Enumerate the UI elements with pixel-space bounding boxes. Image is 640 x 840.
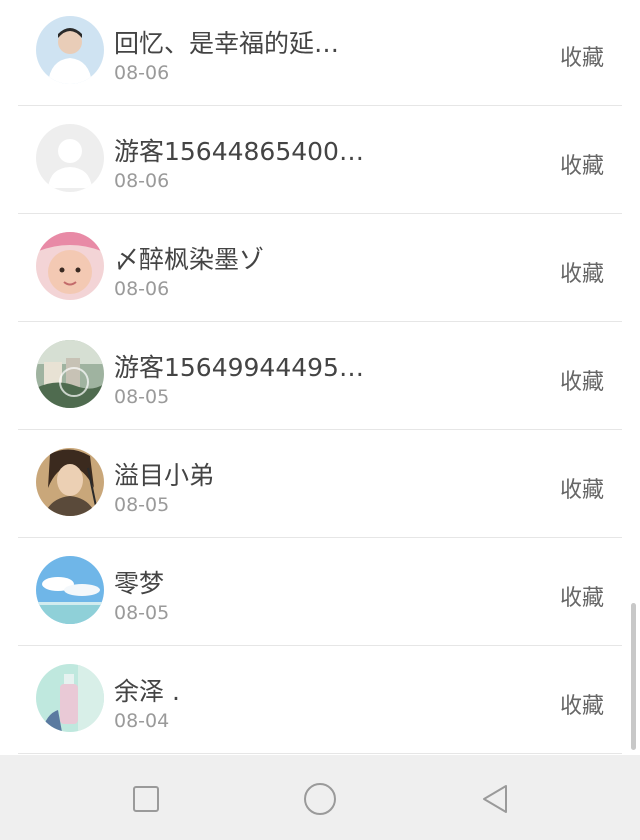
favorite-button[interactable]: 收藏 (560, 364, 604, 396)
contact-date: 08-06 (114, 170, 170, 192)
back-icon (483, 785, 507, 813)
photo-avatar-sky (36, 556, 104, 624)
favorite-button[interactable]: 收藏 (560, 256, 604, 288)
home-button[interactable] (300, 779, 340, 819)
avatar[interactable] (36, 124, 104, 192)
favorite-button[interactable]: 收藏 (560, 472, 604, 504)
favorite-button[interactable]: 收藏 (560, 580, 604, 612)
contact-name: 余泽 . (114, 677, 180, 706)
list-item[interactable]: 游客15649944495… 08-05 收藏 (0, 322, 640, 430)
photo-avatar-scenery (36, 340, 104, 408)
contact-date: 08-06 (114, 278, 170, 300)
list-item[interactable]: 零梦 08-05 收藏 (0, 538, 640, 646)
contact-name: 游客15644865400… (114, 137, 364, 166)
avatar[interactable] (36, 232, 104, 300)
photo-avatar-child (36, 232, 104, 300)
back-button[interactable] (476, 779, 516, 819)
contact-date: 08-06 (114, 62, 170, 84)
list-item[interactable]: 溢目小弟 08-05 收藏 (0, 430, 640, 538)
divider (18, 753, 622, 754)
list-item[interactable]: 〆醉枫染墨ゾ 08-06 收藏 (0, 214, 640, 322)
recent-apps-button[interactable] (126, 779, 166, 819)
contact-name: 溢目小弟 (114, 461, 215, 490)
contact-date: 08-05 (114, 494, 170, 516)
photo-avatar-portrait (36, 448, 104, 516)
contact-date: 08-04 (114, 710, 170, 732)
contact-name: 〆醉枫染墨ゾ (114, 245, 265, 274)
avatar[interactable] (36, 448, 104, 516)
photo-avatar-boy (36, 16, 104, 84)
list-item[interactable]: 回忆、是幸福的延… 08-06 收藏 (0, 0, 640, 106)
favorite-button[interactable]: 收藏 (560, 688, 604, 720)
contact-date: 08-05 (114, 386, 170, 408)
avatar[interactable] (36, 664, 104, 732)
photo-avatar-bottle (36, 664, 104, 732)
navigation-bar (0, 755, 640, 840)
list-item[interactable]: 游客15644865400… 08-06 收藏 (0, 106, 640, 214)
contact-list[interactable]: 回忆、是幸福的延… 08-06 收藏 游客15644865400… 08-06 … (0, 0, 640, 755)
list-item[interactable]: 余泽 . 08-04 收藏 (0, 646, 640, 754)
favorite-button[interactable]: 收藏 (560, 40, 604, 72)
scrollbar[interactable] (631, 603, 636, 750)
default-avatar (36, 124, 104, 192)
home-icon (304, 783, 336, 815)
screen: 回忆、是幸福的延… 08-06 收藏 游客15644865400… 08-06 … (0, 0, 640, 840)
avatar[interactable] (36, 16, 104, 84)
contact-name: 回忆、是幸福的延… (114, 29, 340, 58)
contact-name: 零梦 (114, 569, 165, 598)
recent-apps-icon (133, 786, 159, 812)
avatar[interactable] (36, 340, 104, 408)
contact-name: 游客15649944495… (114, 353, 364, 382)
favorite-button[interactable]: 收藏 (560, 148, 604, 180)
contact-date: 08-05 (114, 602, 170, 624)
avatar[interactable] (36, 556, 104, 624)
